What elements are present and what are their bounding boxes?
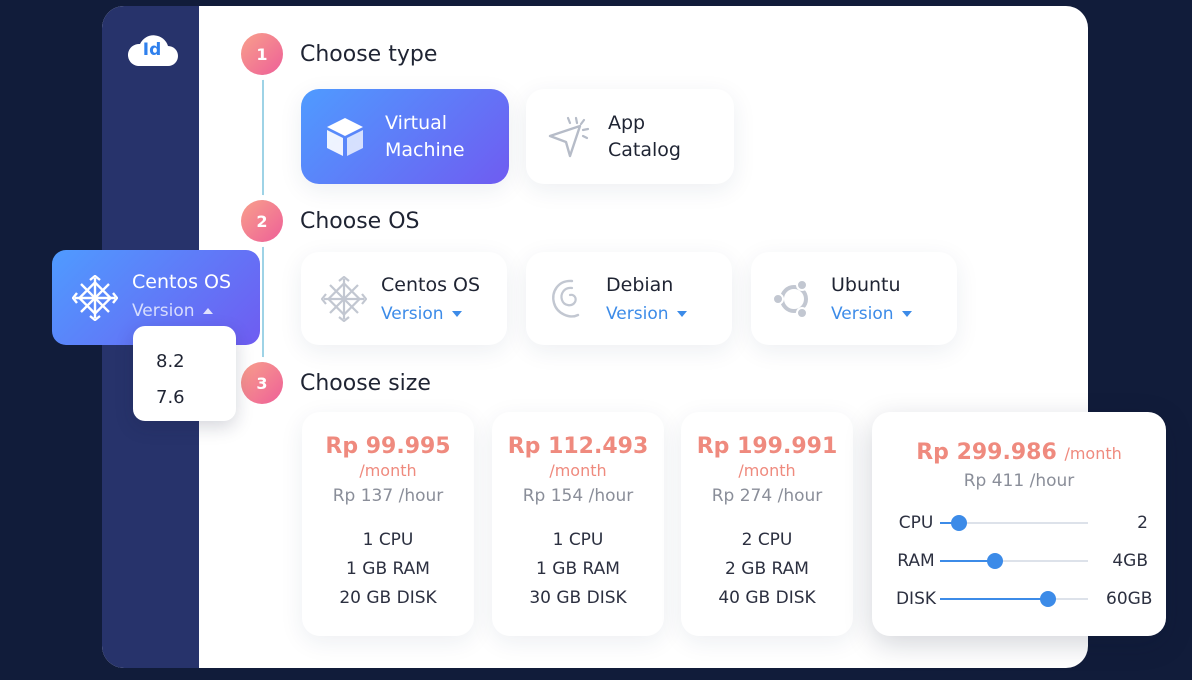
slider-value: 60GB <box>1106 589 1153 609</box>
plan-disk: 40 GB DISK <box>718 588 816 608</box>
plan-per-hour: Rp 137 /hour <box>332 486 444 506</box>
size-plan-card[interactable]: Rp 99.995 /month Rp 137 /hour 1 CPU 1 GB… <box>302 412 474 636</box>
os-version-select[interactable]: Version <box>606 304 687 324</box>
ram-slider-row: RAM 4GB <box>892 549 1148 573</box>
plan-disk: 20 GB DISK <box>339 588 437 608</box>
slider-value: 4GB <box>1112 551 1148 571</box>
centos-icon <box>320 275 368 322</box>
chevron-down-icon <box>451 310 462 317</box>
os-version-select[interactable]: Version <box>831 304 912 324</box>
plan-cpu: 1 CPU <box>362 530 414 550</box>
type-label-line1: Virtual <box>385 111 448 134</box>
centos-icon <box>71 273 119 322</box>
os-ubuntu-card[interactable]: Ubuntu Version <box>751 252 957 345</box>
os-name: Ubuntu <box>831 273 901 296</box>
custom-price: Rp 299.986 <box>916 440 1057 465</box>
slider-value: 2 <box>1137 513 1148 533</box>
plan-ram: 1 GB RAM <box>536 559 620 579</box>
chevron-up-icon <box>202 307 213 314</box>
type-label-line2: Machine <box>385 138 465 161</box>
slider-thumb[interactable] <box>986 553 1003 569</box>
selected-os-version-label: Version <box>132 300 195 321</box>
chevron-down-icon <box>901 310 912 317</box>
custom-per-month: /month <box>1064 444 1122 463</box>
os-name: Centos OS <box>381 273 481 296</box>
selected-os-version-select[interactable]: Version <box>132 301 231 321</box>
os-name: Debian <box>606 273 674 296</box>
plan-cpu: 2 CPU <box>741 530 793 550</box>
cpu-slider-row: CPU 2 <box>892 511 1148 535</box>
plan-ram: 2 GB RAM <box>725 559 809 579</box>
cloud-logo-icon[interactable]: Id <box>124 32 180 70</box>
step-1-number: 1 <box>241 33 283 75</box>
disk-slider[interactable] <box>940 591 1088 607</box>
os-version-label: Version <box>831 303 894 324</box>
chevron-down-icon <box>676 310 687 317</box>
type-app-catalog-card[interactable]: App Catalog <box>526 89 734 184</box>
plan-per-hour: Rp 154 /hour <box>522 486 634 506</box>
ram-slider[interactable] <box>940 553 1088 569</box>
slider-label: CPU <box>898 513 934 533</box>
plan-price: Rp 112.493 <box>507 434 649 459</box>
custom-per-hour: Rp 411 /hour <box>963 471 1075 491</box>
step-3-title: Choose size <box>300 371 431 396</box>
logo-text: Id <box>142 40 162 60</box>
os-debian-card[interactable]: Debian Version <box>526 252 732 345</box>
debian-icon <box>548 276 590 322</box>
cube-icon <box>323 115 367 159</box>
version-option[interactable]: 8.2 <box>156 344 236 380</box>
os-version-select[interactable]: Version <box>381 304 480 324</box>
cpu-slider[interactable] <box>940 515 1088 531</box>
plan-per-month: /month <box>549 461 607 480</box>
type-virtual-machine-card[interactable]: Virtual Machine <box>301 89 509 184</box>
type-label-line2: Catalog <box>608 138 681 161</box>
plan-disk: 30 GB DISK <box>529 588 627 608</box>
slider-thumb[interactable] <box>1040 591 1057 607</box>
os-centos-card[interactable]: Centos OS Version <box>301 252 507 345</box>
os-version-label: Version <box>381 303 444 324</box>
type-label-line1: App <box>608 111 646 134</box>
cursor-click-icon <box>546 114 592 160</box>
version-dropdown-menu: 8.2 7.6 <box>133 326 236 421</box>
custom-size-card[interactable]: Rp 299.986 /month Rp 411 /hour CPU 2 RAM… <box>872 412 1166 636</box>
step-1-title: Choose type <box>300 42 438 67</box>
slider-fill <box>940 598 1049 600</box>
os-version-label: Version <box>606 303 669 324</box>
ubuntu-icon <box>771 276 817 322</box>
plan-cpu: 1 CPU <box>552 530 604 550</box>
step-2-number: 2 <box>241 200 283 242</box>
disk-slider-row: DISK 60GB <box>892 587 1153 611</box>
slider-label: RAM <box>897 551 935 571</box>
slider-thumb[interactable] <box>951 515 968 531</box>
plan-ram: 1 GB RAM <box>346 559 430 579</box>
size-plan-card[interactable]: Rp 112.493 /month Rp 154 /hour 1 CPU 1 G… <box>492 412 664 636</box>
plan-per-month: /month <box>359 461 417 480</box>
size-plan-card[interactable]: Rp 199.991 /month Rp 274 /hour 2 CPU 2 G… <box>681 412 853 636</box>
plan-per-hour: Rp 274 /hour <box>711 486 823 506</box>
plan-per-month: /month <box>738 461 796 480</box>
step-2-title: Choose OS <box>300 209 420 234</box>
slider-label: DISK <box>895 589 937 609</box>
plan-price: Rp 99.995 <box>325 434 451 459</box>
plan-price: Rp 199.991 <box>696 434 838 459</box>
selected-os-name: Centos OS <box>132 270 232 293</box>
step-3-number: 3 <box>241 362 283 404</box>
version-option[interactable]: 7.6 <box>156 380 236 416</box>
